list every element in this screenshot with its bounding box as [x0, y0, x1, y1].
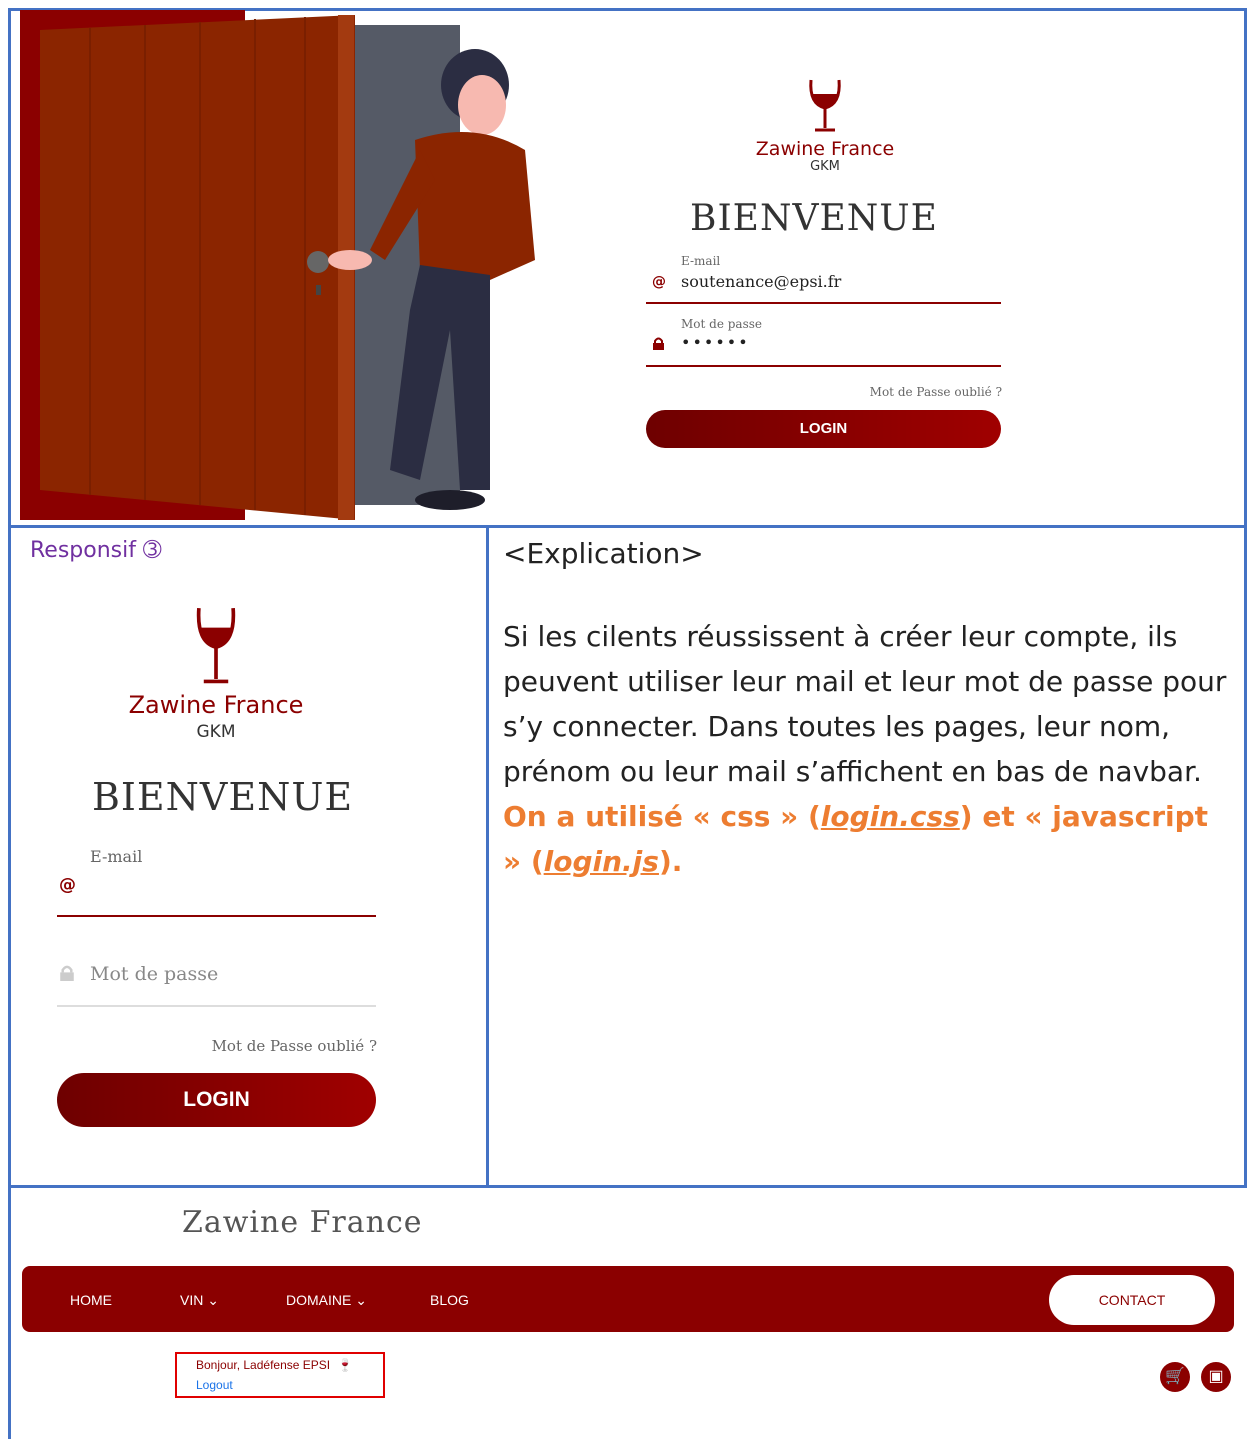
file-login-css: login.css: [820, 800, 960, 833]
file-login-js: login.js: [543, 845, 659, 878]
responsive-caption: Responsif ➂: [30, 538, 162, 563]
brand-name: Zawine France: [128, 691, 304, 719]
desktop-logo: Zawine France GKM: [735, 78, 915, 174]
wine-glass-icon: [196, 607, 236, 684]
explanation-title: <Explication>: [503, 537, 704, 570]
explanation-text: Si les cilents réussissent à créer leur …: [503, 614, 1233, 884]
login-button[interactable]: LOGIN: [57, 1073, 376, 1127]
lock-icon: [653, 337, 664, 350]
explanation-tech-1: On a utilisé « css » (: [503, 800, 821, 833]
lock-icon: [60, 965, 74, 981]
responsive-logo: Zawine France GKM: [110, 605, 322, 742]
password-field[interactable]: Mot de passe ••••••: [646, 313, 1001, 367]
user-greeting-box: Bonjour, Ladéfense EPSI 🍷 Logout: [175, 1352, 385, 1398]
welcome-heading: BIENVENUE: [92, 775, 354, 819]
brand-subtitle: GKM: [196, 722, 236, 742]
explanation-body: Si les cilents réussissent à créer leur …: [503, 620, 1227, 788]
password-placeholder: Mot de passe: [90, 963, 219, 985]
site-title: Zawine France: [182, 1205, 423, 1240]
greeting-text: Bonjour, Ladéfense EPSI: [196, 1358, 331, 1372]
email-label: E-mail: [681, 254, 721, 268]
wine-glass-icon: 🍷: [337, 1358, 353, 1372]
contact-button[interactable]: CONTACT: [1049, 1275, 1215, 1325]
nav-domaine[interactable]: DOMAINE ⌄: [286, 1292, 367, 1309]
password-label: Mot de passe: [681, 317, 762, 331]
password-value: ••••••: [681, 333, 750, 352]
welcome-heading: BIENVENUE: [690, 198, 938, 239]
email-field[interactable]: E-mail @: [57, 845, 376, 917]
explanation-block: <Explication> Si les cilents réussissent…: [503, 534, 1233, 884]
at-icon: @: [652, 274, 666, 290]
login-button[interactable]: LOGIN: [646, 410, 1001, 448]
door-illustration: [20, 10, 535, 520]
navbar: HOME VIN ⌄ DOMAINE ⌄ BLOG CONTACT: [22, 1266, 1234, 1332]
brand-subtitle: GKM: [810, 159, 840, 174]
table-border-middle: [486, 528, 489, 1185]
nav-blog[interactable]: BLOG: [430, 1292, 469, 1308]
brand-name: Zawine France: [755, 138, 895, 160]
wine-glass-icon: [809, 79, 841, 132]
table-border-row1: [8, 525, 1247, 528]
explanation-tech-3: ).: [658, 845, 683, 878]
email-label: E-mail: [90, 847, 143, 866]
nav-home[interactable]: HOME: [70, 1292, 112, 1308]
user-greeting: Bonjour, Ladéfense EPSI 🍷: [196, 1358, 352, 1372]
register-icon[interactable]: ▣: [1201, 1362, 1231, 1392]
table-border-row2: [8, 1185, 1247, 1188]
email-value: soutenance@epsi.fr: [681, 272, 842, 291]
forgot-password-link[interactable]: Mot de Passe oublié ?: [800, 385, 1002, 399]
nav-vin[interactable]: VIN ⌄: [180, 1292, 219, 1309]
forgot-password-link[interactable]: Mot de Passe oublié ?: [150, 1037, 377, 1055]
table-border-left: [8, 8, 11, 1439]
logout-link[interactable]: Logout: [196, 1378, 233, 1392]
cart-icon[interactable]: 🛒: [1160, 1362, 1190, 1392]
password-field[interactable]: Mot de passe: [57, 955, 376, 1007]
at-icon: @: [59, 875, 76, 895]
email-field[interactable]: E-mail @ soutenance@epsi.fr: [646, 250, 1001, 304]
